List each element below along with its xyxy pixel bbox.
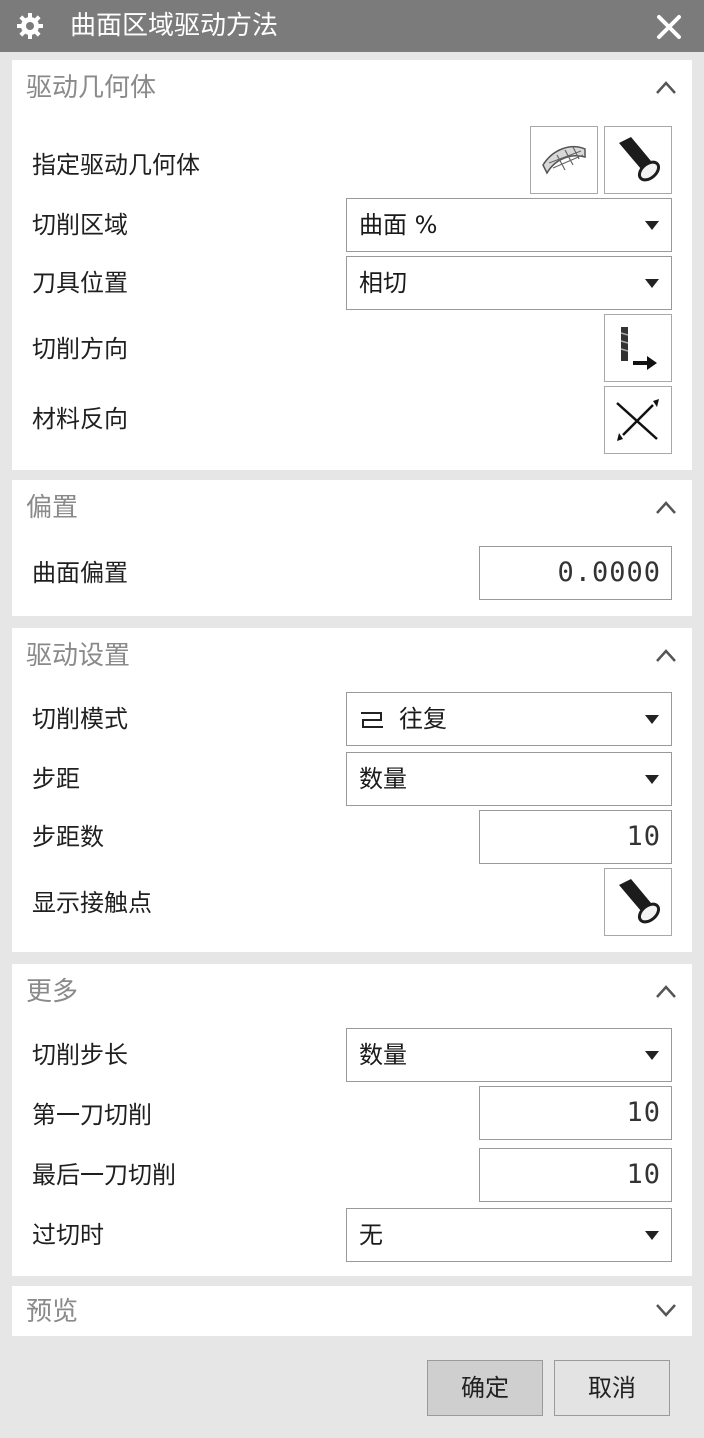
cut-area-dropdown[interactable]: 曲面 % [346,198,672,252]
stepover-count-input[interactable]: 10 [479,810,672,864]
last-cut-input[interactable]: 10 [479,1148,672,1202]
section-header[interactable]: 偏置 [12,480,692,536]
stepover-label: 步距 [32,765,80,793]
specify-surface-button[interactable] [530,126,598,194]
more-section: 更多 切削步长 数量 第一刀切削 10 最后一刀切削 10 过切时 无 [12,964,692,1276]
section-title: 驱动几何体 [26,73,157,103]
dropdown-arrow-icon [645,221,659,230]
chevron-up-icon[interactable] [652,642,680,670]
chevron-down-icon[interactable] [652,1296,680,1324]
section-header[interactable]: 预览 [12,1286,692,1336]
window-title: 曲面区域驱动方法 [70,11,279,41]
dropdown-arrow-icon [645,775,659,784]
tool-position-dropdown[interactable]: 相切 [346,256,672,310]
close-icon[interactable] [652,10,686,44]
last-cut-label: 最后一刀切削 [32,1161,176,1189]
dropdown-arrow-icon [645,1231,659,1240]
gear-icon [17,13,43,39]
stepover-dropdown[interactable]: 数量 [346,752,672,806]
first-cut-value: 10 [626,1097,661,1128]
specify-drive-geometry-label: 指定驱动几何体 [32,151,200,179]
title-bar: 曲面区域驱动方法 [0,0,704,52]
flashlight-icon [619,879,661,924]
cut-direction-button[interactable] [604,314,672,382]
tool-position-value: 相切 [359,269,407,297]
material-reverse-button[interactable] [604,386,672,454]
section-title: 偏置 [26,493,79,523]
display-contact-label: 显示接触点 [32,889,152,917]
cut-area-label: 切削区域 [32,211,128,239]
preview-section: 预览 [12,1286,692,1336]
section-title: 预览 [26,1297,79,1327]
overcut-value: 无 [359,1221,383,1249]
chevron-up-icon[interactable] [652,74,680,102]
cut-pattern-dropdown[interactable]: 往复 [346,692,672,746]
drive-geometry-section: 驱动几何体 指定驱动几何体 切削区域 曲面 % 刀具位置 相切 切削方向 材料反… [12,60,692,470]
section-header[interactable]: 驱动几何体 [12,60,692,116]
surface-offset-label: 曲面偏置 [32,559,128,587]
display-geometry-button[interactable] [604,126,672,194]
material-reverse-label: 材料反向 [32,405,128,433]
stepover-count-value: 10 [626,821,661,852]
stepover-count-label: 步距数 [32,823,104,851]
flashlight-icon [619,137,661,182]
cut-direction-label: 切削方向 [32,335,128,363]
cut-pattern-value: 往复 [399,705,447,733]
drive-settings-section: 驱动设置 切削模式 往复 步距 数量 步距数 10 显示接触点 [12,628,692,952]
chevron-up-icon[interactable] [652,978,680,1006]
cut-pattern-label: 切削模式 [32,705,128,733]
cut-step-label: 切削步长 [32,1041,128,1069]
offset-section: 偏置 曲面偏置 0.0000 [12,480,692,616]
dropdown-arrow-icon [645,1051,659,1060]
ok-button[interactable]: 确定 [427,1360,543,1416]
overcut-label: 过切时 [32,1221,104,1249]
cut-direction-icon [620,327,657,370]
stepover-value: 数量 [359,765,407,793]
overcut-dropdown[interactable]: 无 [346,1208,672,1262]
cancel-button[interactable]: 取消 [554,1360,670,1416]
cut-step-dropdown[interactable]: 数量 [346,1028,672,1082]
dropdown-arrow-icon [645,715,659,724]
surface-offset-input[interactable]: 0.0000 [479,546,672,600]
first-cut-input[interactable]: 10 [479,1086,672,1140]
chevron-up-icon[interactable] [652,494,680,522]
first-cut-label: 第一刀切削 [32,1101,152,1129]
dropdown-arrow-icon [645,279,659,288]
last-cut-value: 10 [626,1159,661,1190]
section-header[interactable]: 驱动设置 [12,628,692,684]
cut-area-value: 曲面 % [359,211,438,239]
surface-offset-value: 0.0000 [557,557,661,588]
zigzag-pattern-icon [361,712,383,728]
section-title: 更多 [26,977,79,1007]
section-header[interactable]: 更多 [12,964,692,1020]
tool-position-label: 刀具位置 [32,269,128,297]
display-contact-button[interactable] [604,868,672,936]
reverse-material-icon [616,399,659,441]
cut-step-value: 数量 [359,1041,407,1069]
section-title: 驱动设置 [26,641,131,671]
surface-geometry-icon [542,145,586,175]
